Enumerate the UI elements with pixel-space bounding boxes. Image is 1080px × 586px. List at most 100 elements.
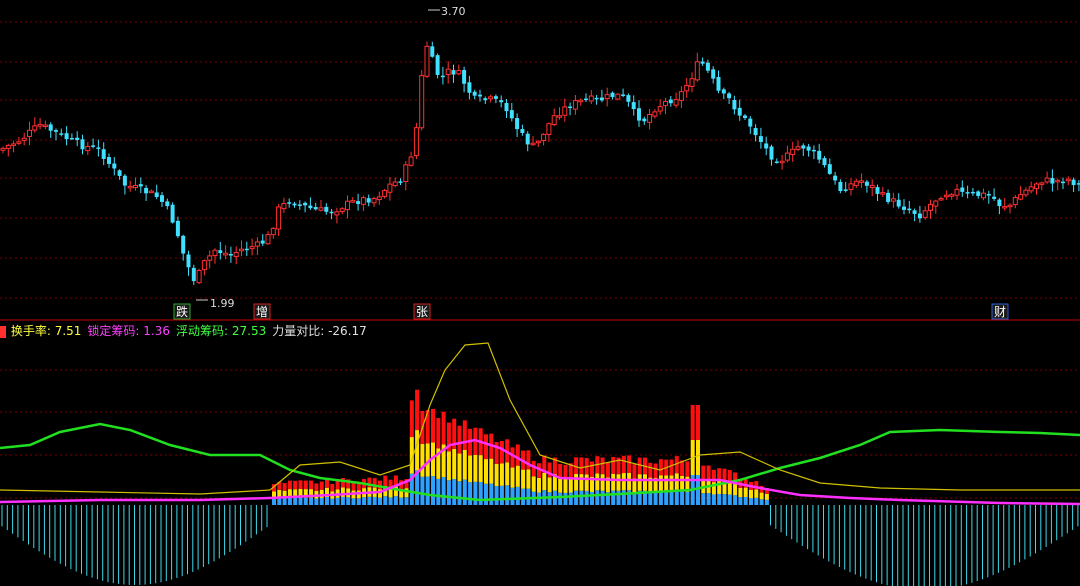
stacked-bar: [293, 480, 298, 505]
candle: [928, 199, 933, 219]
candle: [732, 95, 737, 115]
candle: [917, 205, 922, 223]
candle: [833, 171, 838, 185]
candle: [430, 41, 435, 58]
candle: [324, 203, 329, 215]
candle: [5, 143, 11, 157]
stacked-bar: [711, 469, 716, 505]
stacked-bar: [643, 457, 647, 505]
candle: [96, 139, 101, 157]
candle: [1034, 182, 1039, 195]
candle: [392, 177, 398, 188]
candle: [451, 64, 456, 83]
candle: [880, 186, 886, 198]
grid-lines: [0, 21, 1080, 499]
stacked-bar: [452, 418, 457, 505]
candle: [64, 126, 69, 146]
event-marker-label: 财: [994, 305, 1006, 319]
candle: [572, 94, 578, 115]
candle: [774, 158, 779, 164]
candle: [233, 246, 239, 265]
candle: [535, 140, 541, 147]
candle: [943, 190, 949, 200]
legend-marker-icon: [0, 325, 6, 338]
stacked-bar: [680, 460, 685, 505]
stacked-bar: [526, 450, 531, 505]
candle: [673, 92, 679, 108]
legend-field: 锁定筹码: 1.36: [87, 324, 170, 338]
candle: [938, 196, 944, 201]
candle: [165, 198, 170, 210]
candle: [371, 196, 377, 207]
candle: [817, 143, 822, 164]
candle: [313, 202, 318, 211]
legend-field-label: 力量对比:: [272, 324, 325, 338]
chart-canvas[interactable]: 跌 增 张 财 3.70 1.99: [0, 0, 1080, 586]
candle: [806, 143, 811, 157]
candle: [424, 41, 430, 79]
legend-field: 力量对比: -26.17: [272, 324, 367, 338]
stacked-bar: [478, 428, 483, 505]
candle: [148, 189, 154, 194]
candle: [864, 179, 869, 193]
stacked-bar: [722, 468, 727, 505]
candle: [970, 187, 975, 196]
candle: [297, 200, 302, 210]
event-marker-label: 跌: [176, 304, 188, 319]
candle: [615, 93, 621, 101]
candlestick-series: [0, 41, 1080, 285]
candle: [912, 208, 917, 222]
event-marker: 跌: [173, 303, 191, 320]
event-marker: 财: [991, 303, 1009, 320]
candle: [896, 193, 901, 209]
candle: [456, 64, 462, 76]
legend-field-value: -26.17: [324, 324, 367, 338]
candle: [642, 116, 647, 125]
candle: [557, 107, 562, 120]
stacked-bar: [457, 425, 462, 505]
stacked-bar: [515, 444, 520, 505]
candle: [1061, 177, 1065, 190]
candle: [637, 100, 641, 127]
candle: [960, 180, 965, 197]
indicator-legend: 换手率: 7.51 锁定筹码: 1.36 浮动筹码: 27.53 力量对比: -26.…: [0, 322, 373, 338]
stacked-bar: [282, 483, 287, 505]
stacked-bar: [717, 468, 722, 505]
candle: [122, 173, 127, 195]
stacked-bar: [303, 480, 308, 505]
candle: [684, 77, 690, 98]
candle: [610, 91, 615, 100]
candle: [80, 134, 85, 155]
candle: [779, 154, 785, 170]
candle: [440, 66, 445, 85]
legend-field: 浮动筹码: 27.53: [176, 324, 266, 338]
stacked-bar: [584, 458, 589, 505]
candle: [1050, 169, 1055, 192]
candle: [318, 200, 324, 212]
candle: [604, 87, 610, 107]
candle: [467, 75, 472, 100]
candle: [382, 188, 388, 199]
candle: [472, 89, 477, 100]
candle: [520, 124, 525, 136]
candle: [276, 204, 282, 236]
candle: [737, 99, 742, 121]
candle: [144, 185, 149, 201]
candle: [75, 131, 80, 147]
candle: [795, 140, 801, 152]
candle: [127, 180, 133, 192]
event-marker: 增: [253, 303, 271, 320]
candle: [42, 120, 48, 130]
candle: [631, 95, 636, 116]
candle: [1055, 178, 1061, 191]
legend-field-label: 换手率:: [10, 324, 51, 338]
candle: [85, 141, 91, 156]
candle: [668, 95, 673, 107]
candle: [207, 250, 213, 269]
candle: [334, 207, 340, 224]
stacked-bar: [277, 481, 282, 505]
stacked-bar: [579, 457, 584, 505]
candle: [270, 227, 276, 239]
candle: [48, 122, 53, 138]
stacked-bar: [388, 479, 393, 505]
